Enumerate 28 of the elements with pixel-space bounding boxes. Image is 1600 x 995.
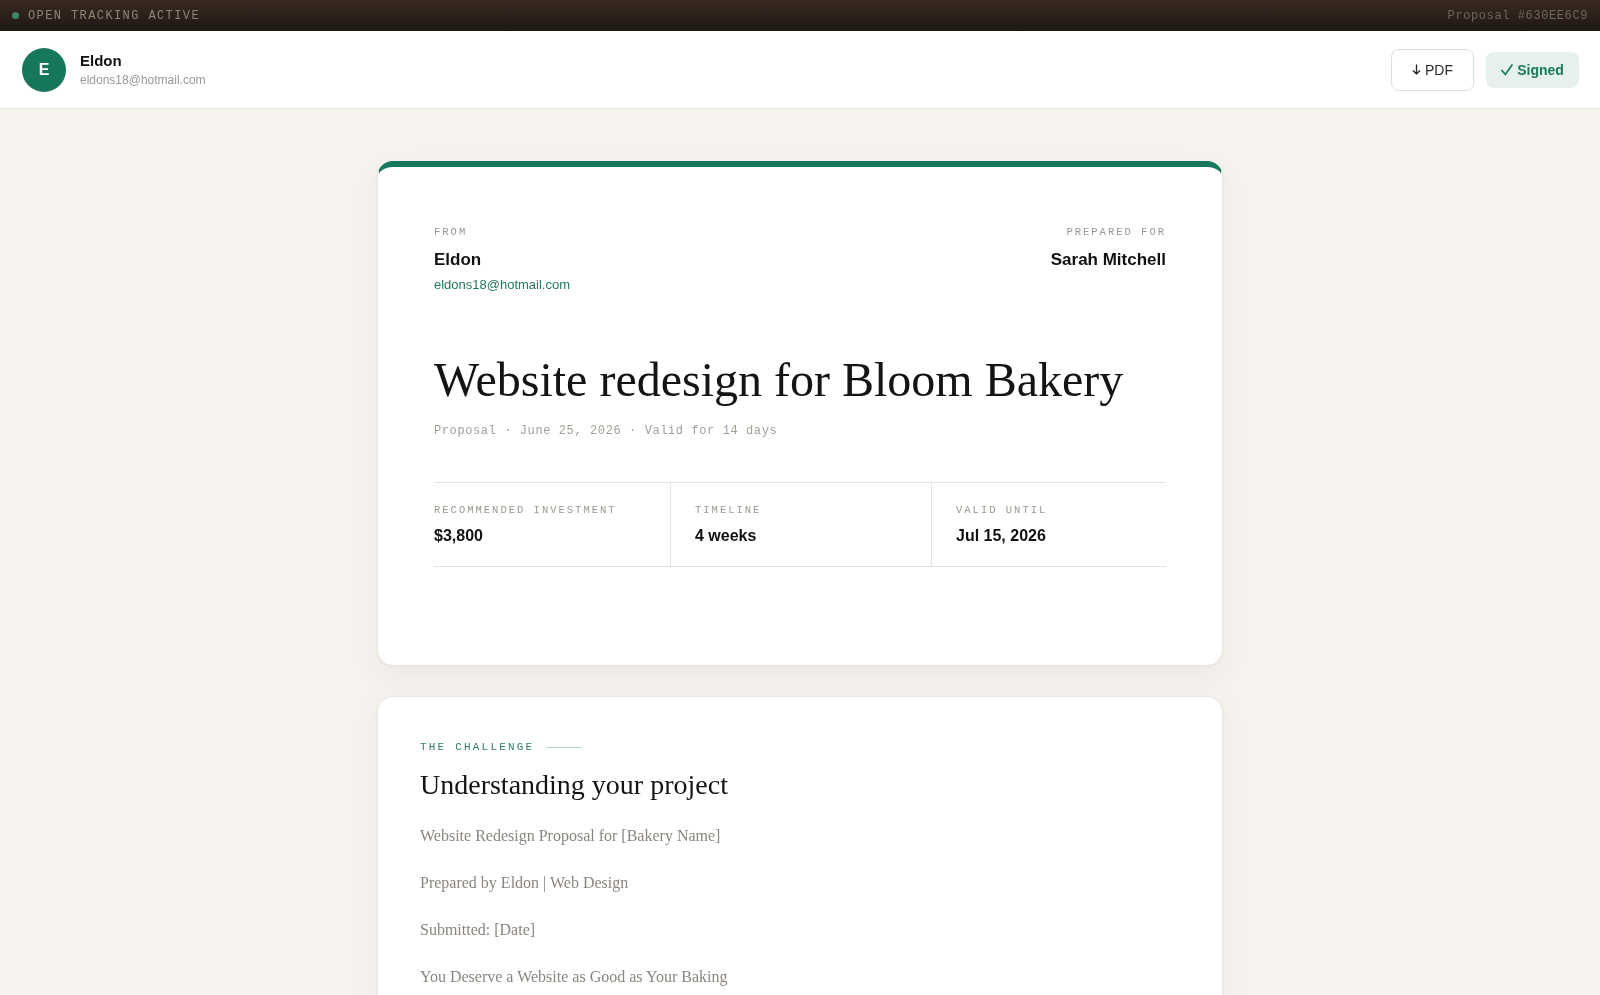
check-icon [1501, 63, 1514, 76]
user-avatar: E [22, 47, 66, 92]
client-name: Sarah Mitchell [1050, 249, 1166, 271]
pdf-download-button[interactable]: PDF [1391, 48, 1474, 91]
from-label: FROM [434, 225, 469, 239]
prepared-for-label: PREPARED FOR [1066, 225, 1166, 239]
signed-button[interactable]: Signed [1486, 51, 1579, 88]
section-paragraph: Website Redesign Proposal for [Bakery Name] [420, 826, 722, 847]
stat-value: 4 weeks [695, 526, 758, 546]
tracking-status: OPEN TRACKING ACTIVE [28, 8, 201, 23]
user-name: Eldon [80, 52, 123, 69]
section-eyebrow: THE CHALLENGE [420, 740, 535, 755]
sender-email-link[interactable]: eldons18@hotmail.com [434, 276, 571, 294]
stat-value: $3,800 [434, 526, 484, 546]
stat-label: VALID UNTIL [956, 503, 1049, 517]
section-paragraph: Submitted: [Date] [420, 920, 537, 940]
proposal-id: Proposal #630EE6C9 [1447, 8, 1588, 23]
sender-name: Eldon [434, 249, 483, 271]
stat-label: TIMELINE [695, 503, 763, 517]
arrow-down-icon [1412, 64, 1421, 75]
section-heading: Understanding your project [420, 768, 729, 802]
section-paragraph: Prepared by Eldon | Web Design [420, 873, 630, 894]
stat-value: Jul 15, 2026 [956, 526, 1047, 546]
section-paragraph: You Deserve a Website as Good as Your Baking [420, 967, 729, 988]
proposal-meta: Proposal · June 25, 2026 · Valid for 14 days [434, 423, 779, 440]
proposal-title: Website redesign for Bloom Bakery [434, 352, 1125, 408]
stat-label: RECOMMENDED INVESTMENT [434, 503, 618, 517]
user-email: eldons18@hotmail.com [80, 73, 206, 87]
